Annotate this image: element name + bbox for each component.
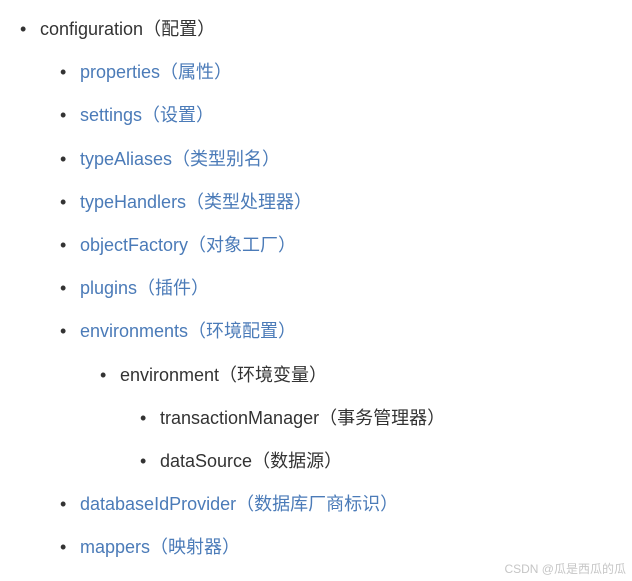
list-item: databaseIdProvider（数据库厂商标识） (40, 483, 632, 526)
list-item: environments（环境配置） environment（环境变量） tra… (40, 310, 632, 483)
plugins-link[interactable]: plugins（插件） (80, 278, 209, 298)
environment-label: environment（环境变量） (120, 365, 327, 385)
transactionmanager-label: transactionManager（事务管理器） (160, 408, 445, 428)
datasource-label: dataSource（数据源） (160, 451, 342, 471)
properties-link[interactable]: properties（属性） (80, 62, 232, 82)
objectfactory-link[interactable]: objectFactory（对象工厂） (80, 235, 296, 255)
list-item: plugins（插件） (40, 267, 632, 310)
list-item: settings（设置） (40, 94, 632, 137)
list-item: properties（属性） (40, 51, 632, 94)
list-item: transactionManager（事务管理器） (120, 397, 632, 440)
settings-link[interactable]: settings（设置） (80, 105, 214, 125)
root-label: configuration（配置） (40, 19, 215, 39)
watermark: CSDN @瓜是西瓜的瓜 (504, 563, 626, 575)
config-tree: configuration（配置） properties（属性） setting… (0, 8, 632, 569)
level-1-list: properties（属性） settings（设置） typeAliases（… (40, 51, 632, 569)
mappers-link[interactable]: mappers（映射器） (80, 537, 240, 557)
list-item: objectFactory（对象工厂） (40, 224, 632, 267)
list-item: typeAliases（类型别名） (40, 138, 632, 181)
list-item: typeHandlers（类型处理器） (40, 181, 632, 224)
typealiases-link[interactable]: typeAliases（类型别名） (80, 149, 280, 169)
list-item: dataSource（数据源） (120, 440, 632, 483)
tree-root: configuration（配置） properties（属性） setting… (0, 8, 632, 569)
level-2-list: environment（环境变量） transactionManager（事务管… (80, 354, 632, 484)
environments-link[interactable]: environments（环境配置） (80, 321, 296, 341)
databaseidprovider-link[interactable]: databaseIdProvider（数据库厂商标识） (80, 494, 398, 514)
level-3-list: transactionManager（事务管理器） dataSource（数据源… (120, 397, 632, 483)
typehandlers-link[interactable]: typeHandlers（类型处理器） (80, 192, 312, 212)
list-item: environment（环境变量） transactionManager（事务管… (80, 354, 632, 484)
